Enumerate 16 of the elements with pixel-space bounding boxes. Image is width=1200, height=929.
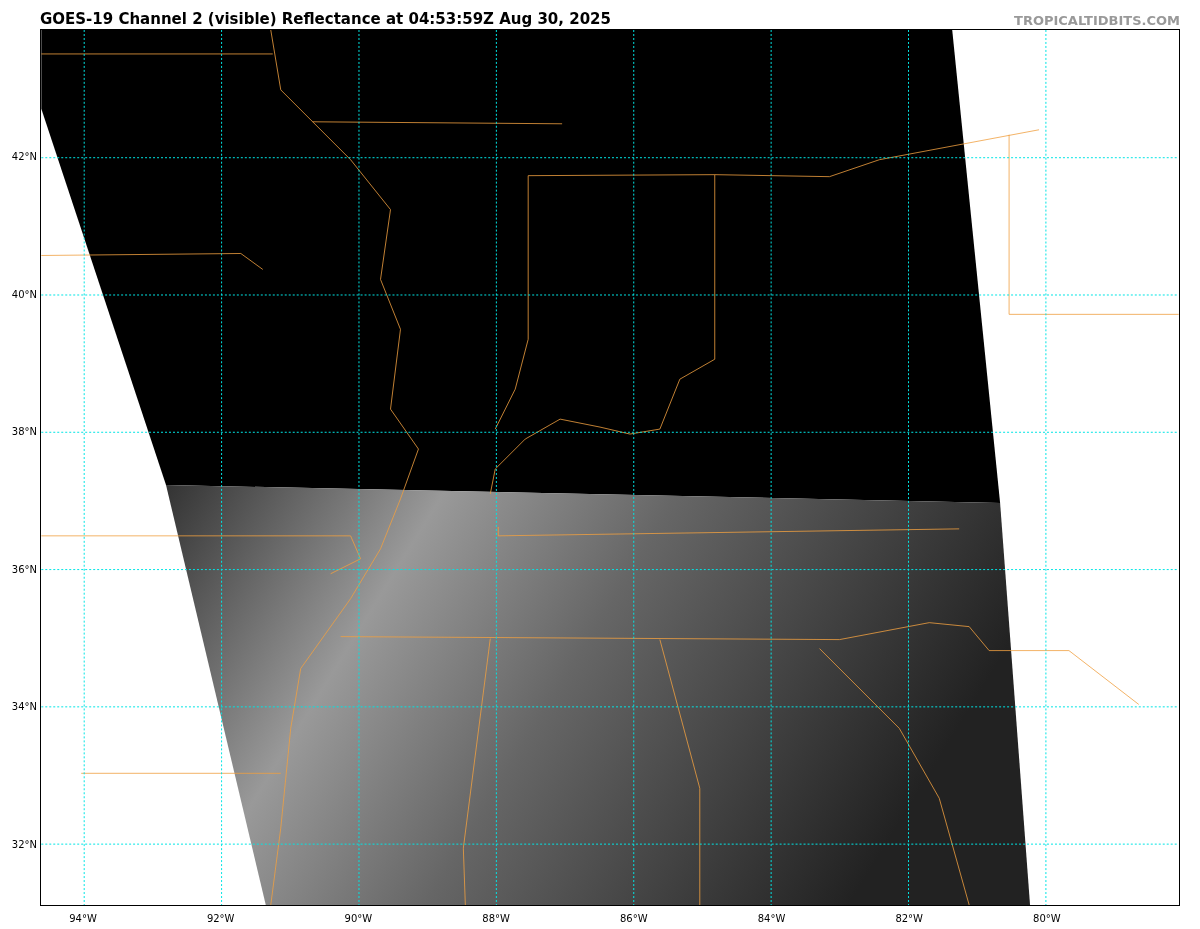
map-title: GOES-19 Channel 2 (visible) Reflectance at 04:53:59Z Aug 30, 2025 <box>40 12 611 27</box>
latitude-label: 42°N <box>11 152 37 162</box>
longitude-label: 86°W <box>619 914 649 924</box>
longitude-label: 80°W <box>1032 914 1062 924</box>
latitude-label: 36°N <box>11 564 37 575</box>
latitude-label: 40°N <box>11 289 37 300</box>
longitude-label: 92°W <box>205 914 236 924</box>
longitude-label: 90°W <box>343 914 374 924</box>
latitude-label: 32°N <box>11 840 37 850</box>
latitude-label: 34°N <box>11 702 37 713</box>
longitude-label: 82°W <box>894 914 924 924</box>
latitude-label: 38°N <box>11 427 37 438</box>
longitude-label: 84°W <box>756 914 787 924</box>
longitude-label: 88°W <box>481 914 511 924</box>
site-credit: TROPICALTIDBITS.COM <box>1014 14 1180 27</box>
longitude-label: 94°W <box>68 914 98 924</box>
